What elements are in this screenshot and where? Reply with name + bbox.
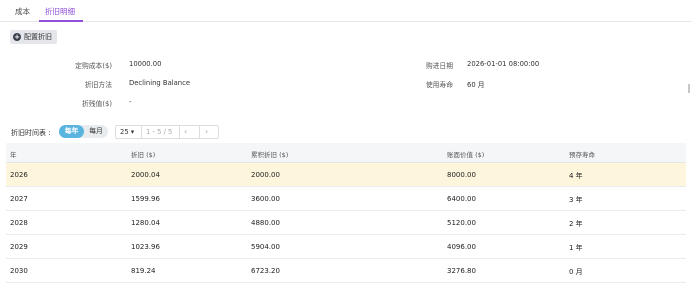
cell-remaining-life: 4 年 <box>569 172 583 180</box>
cell-book-value: 3276.80 <box>447 267 476 275</box>
configure-depreciation-button[interactable]: + 配置折旧 <box>10 30 57 44</box>
pagination: 25 ▾ 1 - 5 / 5 ‹ › <box>115 125 219 139</box>
purchase-cost-value: 10000.00 <box>129 60 162 68</box>
residual-value-value: - <box>129 98 132 106</box>
table-row[interactable]: 2028 1280.04 4880.00 5120.00 2 年 <box>6 211 686 235</box>
column-header-accumulated[interactable]: 累积折旧 ($) <box>251 149 288 159</box>
monthly-toggle[interactable]: 每月 <box>84 125 108 138</box>
depreciation-method-label: 折旧方法 <box>84 81 112 89</box>
table-header: 年 折旧 ($) 累积折旧 ($) 账面价值 ($) 预存寿命 <box>6 143 686 163</box>
purchase-date-value: 2026-01-01 08:00:00 <box>467 60 540 68</box>
lifespan-label: 使用寿命 <box>425 81 453 89</box>
divider <box>179 126 180 138</box>
table-row[interactable]: 2027 1599.96 3600.00 6400.00 3 年 <box>6 187 686 211</box>
cell-remaining-life: 3 年 <box>569 196 583 204</box>
table-row[interactable]: 2029 1023.96 5904.00 4096.00 1 年 <box>6 235 686 259</box>
cell-year: 2030 <box>10 267 28 275</box>
schedule-label: 折旧时间表 : <box>11 129 51 137</box>
column-header-book-value[interactable]: 账面价值 ($) <box>447 149 484 159</box>
cell-remaining-life: 2 年 <box>569 220 583 228</box>
depreciation-table: 年 折旧 ($) 累积折旧 ($) 账面价值 ($) 预存寿命 2026 200… <box>6 143 686 283</box>
cell-accumulated: 3600.00 <box>251 195 280 203</box>
cell-year: 2027 <box>10 195 28 203</box>
cell-accumulated: 4880.00 <box>251 219 280 227</box>
tab-cost[interactable]: 成本 <box>15 6 30 22</box>
divider <box>141 126 142 138</box>
cell-book-value: 6400.00 <box>447 195 476 203</box>
table-row[interactable]: 2026 2000.04 2000.00 8000.00 4 年 <box>6 163 686 187</box>
page-size-select[interactable]: 25 ▾ <box>120 128 134 136</box>
cell-accumulated: 5904.00 <box>251 243 280 251</box>
configure-depreciation-label: 配置折旧 <box>24 33 52 41</box>
schedule-toggle: 每年 每月 <box>59 125 108 138</box>
plus-circle-icon: + <box>13 33 21 41</box>
cell-year: 2026 <box>10 171 28 179</box>
cell-depreciation: 1599.96 <box>131 195 160 203</box>
table-row[interactable]: 2030 819.24 6723.20 3276.80 0 月 <box>6 259 686 283</box>
previous-page-button[interactable]: ‹ <box>184 127 187 136</box>
next-page-button[interactable]: › <box>205 127 208 136</box>
cell-remaining-life: 1 年 <box>569 244 583 252</box>
cell-accumulated: 6723.20 <box>251 267 280 275</box>
column-header-depreciation[interactable]: 折旧 ($) <box>131 149 155 159</box>
cell-depreciation: 819.24 <box>131 267 156 275</box>
cell-accumulated: 2000.00 <box>251 171 280 179</box>
page-range: 1 - 5 / 5 <box>146 128 173 136</box>
cell-year: 2029 <box>10 243 28 251</box>
cell-book-value: 4096.00 <box>447 243 476 251</box>
cell-depreciation: 2000.04 <box>131 171 160 179</box>
yearly-toggle[interactable]: 每年 <box>59 125 84 138</box>
lifespan-value: 60 月 <box>467 81 485 89</box>
scrollbar[interactable] <box>688 84 690 93</box>
cell-depreciation: 1023.96 <box>131 243 160 251</box>
cell-book-value: 8000.00 <box>447 171 476 179</box>
purchase-cost-label: 定购成本($) <box>75 62 112 70</box>
cell-remaining-life: 0 月 <box>569 268 583 276</box>
purchase-date-label: 购进日期 <box>425 62 453 70</box>
depreciation-method-value: Declining Balance <box>129 79 191 87</box>
residual-value-label: 折残值($) <box>81 100 112 108</box>
cell-year: 2028 <box>10 219 28 227</box>
cell-depreciation: 1280.04 <box>131 219 160 227</box>
column-header-remaining-life[interactable]: 预存寿命 <box>569 149 595 159</box>
cell-book-value: 5120.00 <box>447 219 476 227</box>
active-tab-indicator <box>39 20 83 22</box>
column-header-year[interactable]: 年 <box>10 149 17 159</box>
tab-bar: 成本 折旧明细 <box>0 0 692 22</box>
divider <box>199 126 200 138</box>
